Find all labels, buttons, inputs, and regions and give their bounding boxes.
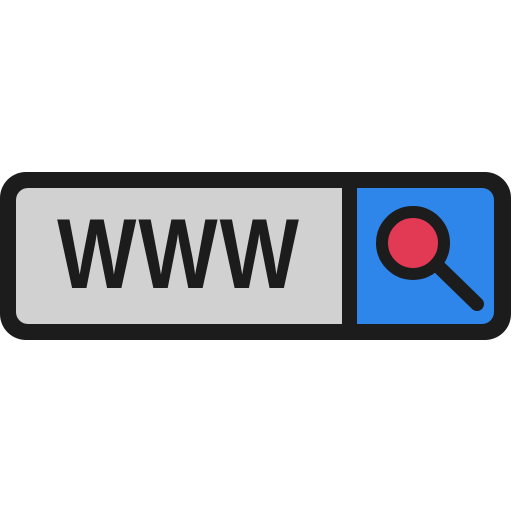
address-bar-illustration: WWW bbox=[0, 0, 512, 512]
search-bar: WWW bbox=[0, 172, 511, 340]
search-icon bbox=[376, 206, 484, 311]
url-input[interactable]: WWW bbox=[16, 188, 342, 324]
url-text: WWW bbox=[57, 198, 301, 310]
search-button[interactable] bbox=[357, 188, 494, 324]
